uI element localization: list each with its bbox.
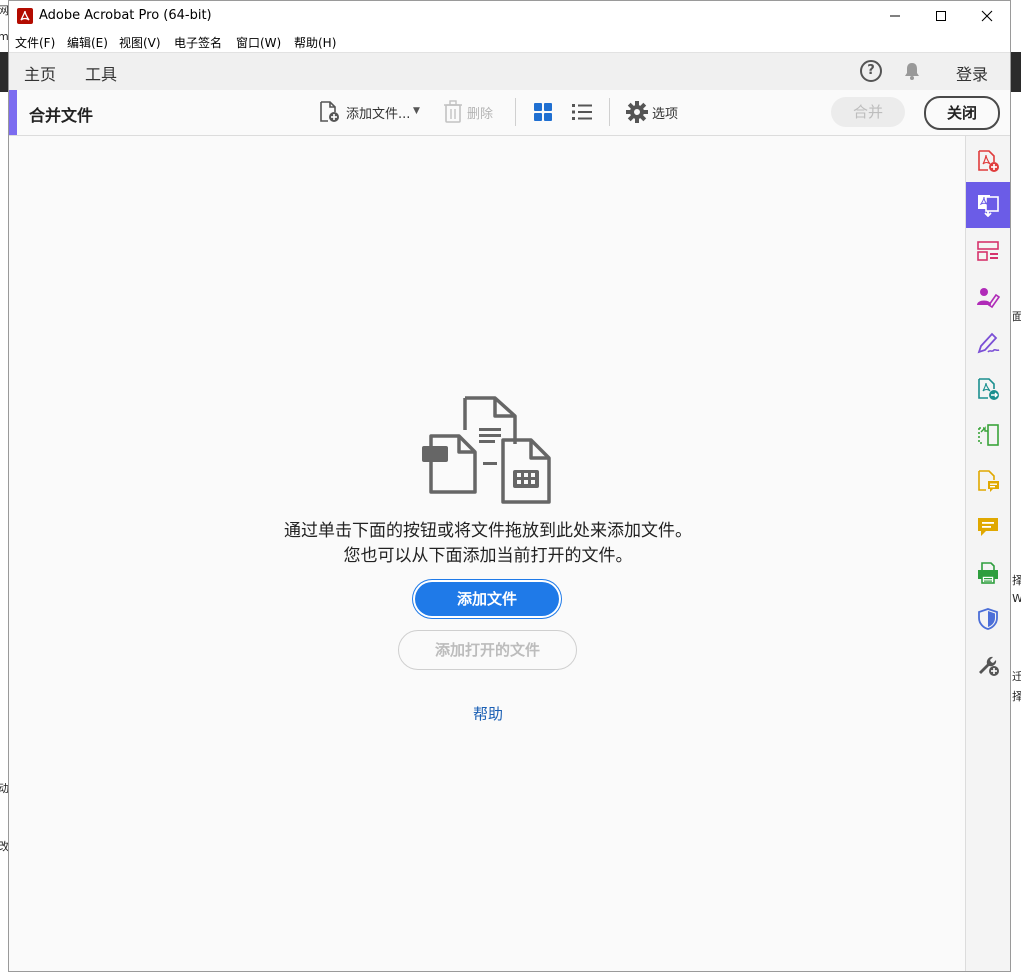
comment-file-icon (978, 470, 999, 492)
minimize-icon (890, 15, 900, 17)
add-open-files-button[interactable]: 添加打开的文件 (398, 630, 577, 670)
protect-icon (978, 608, 998, 630)
close-icon (981, 10, 993, 22)
fill-sign-icon (977, 332, 1000, 354)
desktop-text: 择 (1012, 690, 1021, 703)
desktop-text: 面 (1012, 310, 1021, 323)
tool-comment[interactable] (966, 504, 1010, 550)
desktop-text: 迁 (1012, 670, 1021, 683)
maximize-button[interactable] (918, 1, 964, 31)
chevron-down-icon[interactable]: ▼ (413, 106, 420, 116)
print-production-icon (978, 562, 998, 584)
edit-pdf-icon (978, 424, 999, 446)
help-icon[interactable]: ? (860, 60, 882, 82)
menu-view[interactable]: 视图(V) (119, 34, 161, 51)
tool-print-production[interactable] (966, 550, 1010, 596)
bell-icon[interactable] (902, 61, 922, 81)
organize-pages-icon (977, 241, 999, 261)
list-view-icon[interactable] (571, 102, 593, 122)
desktop-dark-bar (0, 52, 8, 92)
tab-tools[interactable]: 工具 (85, 61, 118, 94)
tools-rail (965, 136, 1010, 971)
add-file-icon[interactable] (317, 100, 341, 124)
tabs-bar: 主页 工具 ? 登录 (9, 52, 1010, 94)
tool-create-pdf[interactable] (966, 138, 1010, 184)
desktop-left-edge: 网 m 动 改 (0, 0, 9, 980)
tool-request-signature[interactable] (966, 274, 1010, 320)
more-tools-icon (979, 656, 999, 676)
tool-title: 合并文件 (29, 106, 94, 125)
add-files-button[interactable]: 添加文件 (413, 580, 561, 618)
desktop-text: W (1012, 592, 1021, 605)
tool-comment-file[interactable] (966, 458, 1010, 504)
desktop-text: 择 (1012, 574, 1021, 587)
menu-help[interactable]: 帮助(H) (294, 34, 336, 51)
tool-accent-strip (9, 90, 17, 135)
help-link[interactable]: 帮助 (9, 703, 967, 724)
combine-toolbar: 合并文件 添加文件... ▼ 删除 选项 合并 关闭 (9, 90, 1010, 136)
create-pdf-icon (978, 150, 999, 172)
combine-files-icon (978, 195, 999, 217)
trash-icon (444, 100, 462, 123)
tool-fill-sign[interactable] (966, 320, 1010, 366)
tab-home[interactable]: 主页 (24, 61, 56, 85)
acrobat-logo-icon (17, 8, 33, 24)
toolbar-divider (609, 98, 610, 126)
menu-edit[interactable]: 编辑(E) (67, 34, 108, 51)
add-files-dropdown[interactable]: 添加文件... (346, 103, 410, 122)
window-close-button[interactable] (964, 1, 1010, 31)
export-pdf-icon (978, 378, 999, 400)
drop-area[interactable]: 通过单击下面的按钮或将文件拖放到此处来添加文件。 您也可以从下面添加当前打开的文… (9, 136, 967, 971)
tool-more-tools[interactable] (966, 642, 1010, 688)
minimize-button[interactable] (872, 1, 918, 31)
menu-bar: 文件(F) 编辑(E) 视图(V) 电子签名 窗口(W) 帮助(H) (9, 31, 1010, 52)
window-title: Adobe Acrobat Pro (64-bit) (39, 8, 212, 23)
title-bar[interactable]: Adobe Acrobat Pro (64-bit) (9, 1, 1010, 31)
menu-esign[interactable]: 电子签名 (174, 34, 222, 51)
instruction-text-line1: 通过单击下面的按钮或将文件拖放到此处来添加文件。 (284, 521, 692, 541)
tool-combine-files[interactable] (966, 182, 1010, 228)
close-tool-button[interactable]: 关闭 (924, 96, 1000, 130)
acrobat-window: Adobe Acrobat Pro (64-bit) 文件(F) 编辑(E) 视… (8, 0, 1011, 972)
menu-window[interactable]: 窗口(W) (236, 34, 281, 51)
desktop-dark-bar (1011, 52, 1021, 92)
options-button[interactable]: 选项 (652, 103, 678, 122)
instruction-text-line2: 您也可以从下面添加当前打开的文件。 (343, 546, 633, 566)
merge-button[interactable]: 合并 (831, 97, 905, 127)
delete-button: 删除 (467, 107, 494, 122)
tool-organize-pages[interactable] (966, 228, 1010, 274)
tool-protect[interactable] (966, 596, 1010, 642)
tool-export-pdf[interactable] (966, 366, 1010, 412)
desktop-right-edge: 面 择 W 迁 择 (1011, 0, 1021, 980)
menu-file[interactable]: 文件(F) (15, 34, 55, 51)
toolbar-divider (515, 98, 516, 126)
tool-edit-pdf[interactable] (966, 412, 1010, 458)
request-signature-icon (977, 288, 1000, 309)
maximize-icon (936, 11, 946, 21)
combine-files-illustration-icon (422, 396, 551, 504)
comment-icon (978, 518, 998, 536)
grid-view-icon[interactable] (533, 102, 553, 122)
login-button[interactable]: 登录 (956, 61, 988, 85)
gear-icon[interactable] (626, 101, 648, 123)
